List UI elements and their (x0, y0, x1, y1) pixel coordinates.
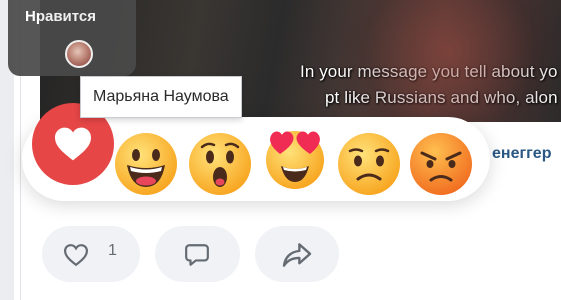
likes-popup-title: Нравится (25, 8, 97, 25)
reaction-love-button[interactable] (262, 124, 328, 190)
reaction-laugh-button[interactable] (113, 131, 179, 197)
surprised-face-icon (189, 133, 251, 195)
like-count: 1 (108, 242, 117, 259)
laughing-face-icon (115, 133, 177, 195)
likes-popup: Нравится (8, 0, 136, 76)
liker-avatar[interactable] (65, 40, 93, 68)
video-subtitle-line1: In your message you tell about yo (300, 62, 558, 81)
heart-eyes-face-icon (266, 131, 324, 189)
reaction-wow-button[interactable] (187, 131, 253, 197)
like-button[interactable]: 1 (42, 226, 140, 282)
author-name-link[interactable]: енеггер (492, 145, 551, 163)
sad-face-icon (338, 133, 400, 195)
angry-face-icon (410, 133, 472, 195)
share-button[interactable] (255, 226, 339, 282)
heart-outline-icon (63, 244, 89, 267)
liker-name-tooltip: Марьяна Наумова (80, 76, 242, 118)
comment-button[interactable] (155, 226, 240, 282)
reaction-sad-button[interactable] (336, 131, 402, 197)
comment-icon (185, 244, 209, 266)
video-subtitle-line2: pt like Russians and who, alon (325, 88, 558, 107)
share-icon (282, 243, 312, 267)
reaction-angry-button[interactable] (408, 131, 474, 197)
heart-icon (55, 127, 91, 161)
